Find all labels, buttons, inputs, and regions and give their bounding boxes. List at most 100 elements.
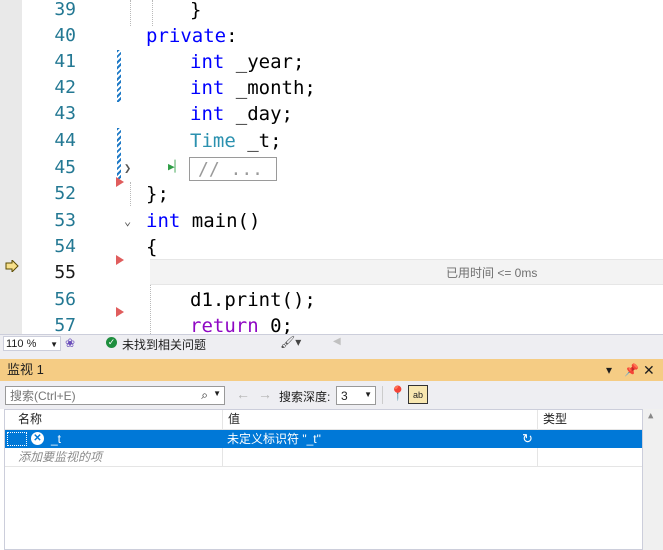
close-icon[interactable]: ✕ [643, 359, 655, 381]
code-line[interactable]: 43 int _day; [0, 101, 663, 127]
code-token: Time [190, 130, 236, 152]
pin-value-icon[interactable]: 📍 [389, 385, 406, 402]
code-token: int [190, 77, 225, 99]
code-line[interactable]: 56 d1.print(); [0, 287, 663, 313]
table-row[interactable]: ✕ _t 未定义标识符 "_t" ↻ [5, 430, 642, 448]
fold-collapse-icon[interactable]: ⌄ [124, 208, 131, 234]
editor-status-bar: 110 % ▼ ❀ ✓ 未找到相关问题 🖌▾ ◀ [0, 334, 663, 353]
code-text[interactable]: }; [146, 181, 169, 207]
code-token: 0; [258, 315, 293, 334]
code-editor[interactable]: 39} 40 private: 41 int _year; 42 int _month; 43… [0, 0, 663, 334]
run-to-click-icon[interactable]: ▶▏ [168, 160, 181, 174]
line-number: 57 [54, 315, 76, 334]
code-token: }; [146, 183, 169, 205]
search-icon[interactable]: ⌕ [201, 388, 208, 403]
code-line[interactable]: 40 private: [0, 23, 663, 49]
line-number: 44 [54, 130, 76, 151]
watch-toolbar: ⌕ ▼ ← → 搜索深度: 3 ▼ 📍 ab [0, 381, 663, 409]
depth-select[interactable]: 3 ▼ [336, 386, 376, 405]
code-text[interactable]: } [190, 0, 201, 23]
panel-menu-icon[interactable]: ▾ [606, 359, 612, 381]
code-token: return [190, 315, 259, 334]
code-line[interactable]: 45 [0, 155, 663, 181]
code-token: d1.print(); [190, 289, 316, 311]
zoom-value: 110 % [6, 338, 37, 350]
code-text[interactable]: d1.print(); [190, 287, 316, 313]
column-header-type[interactable]: 类型 [543, 410, 567, 429]
depth-value: 3 [341, 389, 348, 403]
code-text[interactable]: int _year; [190, 49, 304, 75]
add-watch-hint[interactable]: 添加要监视的项 [18, 448, 102, 466]
code-text[interactable]: { [146, 234, 157, 260]
watch-panel-title-bar[interactable]: 监视 1 ▾ 📌 ✕ [0, 359, 663, 381]
code-token: _year; [224, 51, 305, 73]
code-line[interactable]: 41 int _year; [0, 49, 663, 75]
line-number: 53 [54, 210, 76, 231]
search-input[interactable] [6, 387, 194, 404]
code-text[interactable]: int _day; [190, 101, 293, 127]
code-line[interactable]: 39} [0, 0, 663, 23]
code-line[interactable]: 57 return 0; [0, 313, 663, 334]
code-text[interactable]: int _month; [190, 75, 316, 101]
search-options-chevron-icon[interactable]: ▼ [213, 389, 221, 398]
scroll-up-icon[interactable]: ▲ [648, 411, 653, 421]
code-text[interactable]: int main() [146, 208, 260, 234]
watch-name[interactable]: _t [51, 430, 61, 448]
column-header-name[interactable]: 名称 [18, 410, 42, 429]
depth-label: 搜索深度: [279, 390, 331, 404]
change-marker [117, 128, 121, 180]
line-number: 43 [54, 103, 76, 124]
vertical-scrollbar[interactable]: ▲ [643, 409, 663, 550]
hex-display-icon[interactable]: ab [408, 385, 428, 404]
cleanup-icon[interactable]: 🖌▾ [280, 335, 301, 349]
check-icon: ✓ [106, 337, 117, 348]
watch-grid[interactable]: 名称 值 类型 ✕ _t 未定义标识符 "_t" ↻ 添加要监视的项 [4, 409, 643, 550]
code-line[interactable]: 44 Time _t; [0, 128, 663, 154]
bookmark-marker [116, 255, 124, 265]
code-token: { [146, 236, 158, 258]
zoom-select[interactable]: 110 % ▼ [3, 336, 61, 351]
code-line[interactable]: 54 { [0, 234, 663, 260]
watch-value[interactable]: 未定义标识符 "_t" [227, 430, 321, 448]
forward-arrow-icon[interactable]: → [258, 386, 272, 402]
chevron-down-icon: ▼ [50, 340, 58, 349]
collapsed-region[interactable]: // ... [189, 157, 277, 181]
code-token: : [226, 25, 238, 47]
line-number: 52 [54, 183, 76, 204]
code-text[interactable]: Time _t; [190, 128, 282, 154]
line-number: 55 [54, 262, 76, 283]
line-number: 41 [54, 51, 76, 72]
code-token: private [146, 25, 227, 47]
back-arrow-icon[interactable]: ← [236, 386, 250, 402]
pin-icon[interactable]: 📌 [624, 359, 639, 381]
code-token: main() [180, 210, 261, 232]
perf-tip: 已用时间 <= 0ms [446, 266, 538, 280]
separator [382, 386, 383, 404]
intellicode-icon[interactable]: ❀ [65, 336, 75, 350]
code-token: _month; [224, 77, 316, 99]
error-icon: ✕ [31, 432, 44, 445]
issues-status[interactable]: 未找到相关问题 [122, 336, 206, 353]
code-token: _t; [235, 130, 282, 152]
line-number: 42 [54, 77, 76, 98]
code-line[interactable]: 42 int _month; [0, 75, 663, 101]
code-line[interactable]: 52}; [0, 181, 663, 207]
execution-pointer-icon [5, 260, 19, 272]
search-box[interactable]: ⌕ ▼ [5, 386, 225, 405]
code-text[interactable]: return 0; [190, 313, 293, 334]
bookmark-marker [116, 177, 124, 187]
code-token: } [190, 0, 202, 21]
grid-header: 名称 值 类型 [5, 410, 642, 430]
fold-expand-icon[interactable]: ❯ [124, 155, 131, 181]
refresh-icon[interactable]: ↻ [522, 430, 533, 448]
scroll-left-icon[interactable]: ◀ [333, 336, 341, 347]
code-token: int [190, 51, 225, 73]
add-watch-row[interactable]: 添加要监视的项 [5, 448, 642, 467]
line-number: 45 [54, 157, 76, 178]
code-line[interactable]: 53 int main() [0, 208, 663, 234]
code-text[interactable]: private: [146, 23, 238, 49]
code-token: int [146, 210, 181, 232]
column-header-value[interactable]: 值 [228, 410, 240, 429]
row-handle [7, 432, 27, 446]
code-token: _day; [224, 103, 293, 125]
